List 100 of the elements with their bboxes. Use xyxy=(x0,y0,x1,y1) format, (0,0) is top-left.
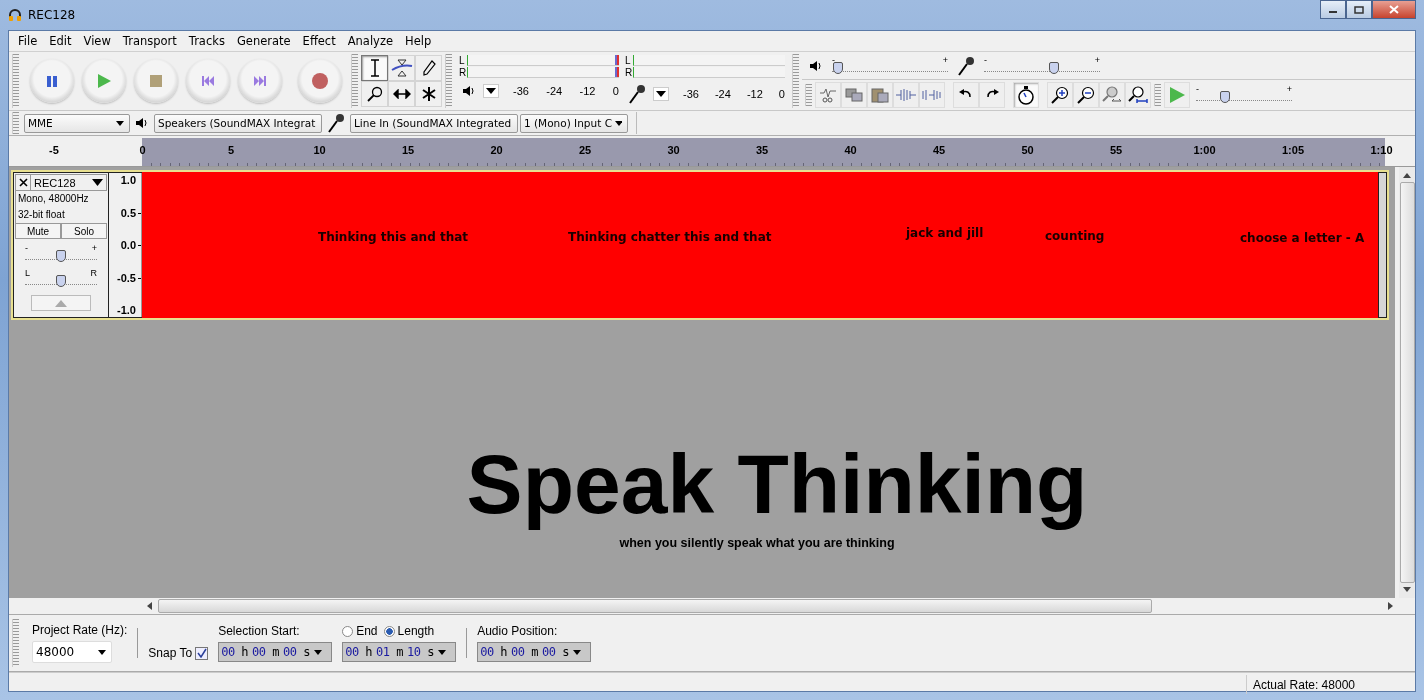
menu-item[interactable]: Help xyxy=(399,34,438,48)
toolbar-grip[interactable] xyxy=(12,54,19,108)
speaker-icon xyxy=(135,116,149,130)
ruler-tick-label: 1:10 xyxy=(1370,144,1393,156)
scroll-up-icon[interactable] xyxy=(1403,173,1411,178)
multi-tool-button[interactable] xyxy=(415,81,442,107)
toolbar-grip[interactable] xyxy=(12,619,19,667)
zoom-out-button[interactable] xyxy=(1073,82,1099,108)
slider-thumb[interactable] xyxy=(1048,61,1059,74)
skip-to-start-button[interactable] xyxy=(186,59,230,103)
ruler-tick-label: 1:00 xyxy=(1193,144,1216,156)
caret-icon xyxy=(656,91,666,97)
redo-button[interactable] xyxy=(979,82,1005,108)
meter-menu-button[interactable] xyxy=(483,84,499,98)
ruler-tick-label: 20 xyxy=(490,144,503,156)
slider-max-label: + xyxy=(1286,85,1292,94)
triangle-up-icon xyxy=(55,299,67,307)
caret-icon xyxy=(614,120,622,126)
magnifier-span-icon xyxy=(1128,86,1148,104)
gain-slider[interactable] xyxy=(25,253,97,260)
menu-item[interactable]: View xyxy=(77,34,117,48)
time-field[interactable]: 00 h 00 m 00 s xyxy=(218,642,333,662)
waveform[interactable]: Thinking this and that Thinking chatter this and that jack and jill counting choose a letter - A xyxy=(142,172,1378,318)
toolbar-grip[interactable] xyxy=(805,84,812,106)
output-device-dropdown[interactable]: Speakers (SoundMAX Integrat xyxy=(154,113,322,133)
minimize-button[interactable] xyxy=(1320,0,1346,19)
meter-scale-label: -12 xyxy=(579,85,596,97)
ruler-tick-label: 0 xyxy=(139,144,146,156)
pause-button[interactable] xyxy=(30,59,74,103)
input-channels-dropdown[interactable]: 1 (Mono) Input C xyxy=(520,113,628,133)
slider-min-label: - xyxy=(984,55,987,65)
zoom-tool-button[interactable] xyxy=(361,81,388,107)
project-rate-dropdown[interactable]: 48000 xyxy=(32,641,112,663)
sync-lock-button[interactable] xyxy=(1013,82,1039,108)
scroll-left-icon[interactable] xyxy=(147,602,152,610)
window-title: REC128 xyxy=(28,8,76,22)
menu-item[interactable]: Transport xyxy=(116,34,183,48)
solo-button[interactable]: Solo xyxy=(61,223,107,239)
radio-option[interactable]: End xyxy=(342,624,378,638)
toolbar-grip[interactable] xyxy=(12,112,19,134)
toolbar-grip[interactable] xyxy=(1154,84,1161,106)
slider-thumb[interactable] xyxy=(832,61,843,74)
close-button[interactable] xyxy=(1372,0,1416,19)
zoom-out-icon xyxy=(1077,86,1095,104)
slider-thumb[interactable] xyxy=(56,275,66,287)
recording-volume-slider[interactable] xyxy=(984,64,1100,72)
fit-project-button[interactable] xyxy=(1125,82,1151,108)
speaker-icon xyxy=(809,58,823,73)
timeline-ruler[interactable]: -5 0 5 10 15 20 25 30 35 40 45 50 55 1:00 1:05 1:10 xyxy=(9,138,1415,167)
trim-button[interactable] xyxy=(815,82,841,108)
menu-item[interactable]: File xyxy=(12,34,44,48)
timeshift-tool-button[interactable] xyxy=(388,81,415,107)
meter-menu-button[interactable] xyxy=(653,87,669,101)
playback-volume-slider[interactable] xyxy=(832,64,948,72)
skip-to-end-button[interactable] xyxy=(238,59,282,103)
radio-option[interactable]: Length xyxy=(383,624,435,638)
pencil-icon xyxy=(421,60,436,76)
toolbar-grip[interactable] xyxy=(351,54,358,108)
zoom-in-button[interactable] xyxy=(1047,82,1073,108)
slider-thumb[interactable] xyxy=(1219,91,1230,103)
ruler-tick-label: 15 xyxy=(401,144,415,156)
mute-button[interactable]: Mute xyxy=(15,223,61,239)
audio-host-dropdown[interactable]: MME xyxy=(24,113,130,133)
menu-item[interactable]: Analyze xyxy=(341,34,400,48)
fit-selection-button[interactable] xyxy=(1099,82,1125,108)
undo-button[interactable] xyxy=(953,82,979,108)
caret-icon xyxy=(437,649,446,655)
time-field[interactable]: 00 h 01 m 10 s xyxy=(342,642,457,662)
time-field[interactable]: 00 h 00 m 00 s xyxy=(477,642,592,662)
microphone-icon xyxy=(957,55,975,76)
scroll-down-icon[interactable] xyxy=(1403,587,1411,592)
toolbar-grip[interactable] xyxy=(792,54,799,108)
vertical-scrollbar[interactable] xyxy=(1399,167,1415,598)
toolbar-grip[interactable] xyxy=(445,54,452,108)
meter-scale-label: -12 xyxy=(746,88,763,100)
menu-item[interactable]: Edit xyxy=(43,34,78,48)
pan-slider[interactable] xyxy=(25,278,97,285)
paste-icon xyxy=(871,87,889,103)
pencil-tool-button[interactable] xyxy=(415,55,442,81)
maximize-button[interactable] xyxy=(1346,0,1372,19)
envelope-tool-button[interactable] xyxy=(388,55,415,81)
ibeam-tool-button[interactable] xyxy=(361,55,388,81)
paste-button[interactable] xyxy=(867,82,893,108)
ruler-tick-label: 55 xyxy=(1109,144,1123,156)
menu-item[interactable]: Effect xyxy=(296,34,342,48)
snap-to-checkbox[interactable] xyxy=(195,646,209,660)
close-icon xyxy=(1389,5,1399,14)
slider-max-label: + xyxy=(1094,55,1100,65)
playback-speed-slider[interactable] xyxy=(1196,94,1292,101)
collapse-track-button[interactable] xyxy=(31,295,91,311)
slider-thumb[interactable] xyxy=(56,250,66,262)
channel-label: L xyxy=(459,54,466,66)
menu-item[interactable]: Tracks xyxy=(182,34,231,48)
input-device-dropdown[interactable]: Line In (SoundMAX Integrated xyxy=(350,113,518,133)
horizontal-scrollbar[interactable] xyxy=(147,598,1393,614)
record-button[interactable] xyxy=(298,59,342,103)
scroll-right-icon[interactable] xyxy=(1388,602,1393,610)
menu-item[interactable]: Generate xyxy=(230,34,297,48)
copy-button[interactable] xyxy=(841,82,867,108)
slider-min-label: - xyxy=(25,244,28,253)
